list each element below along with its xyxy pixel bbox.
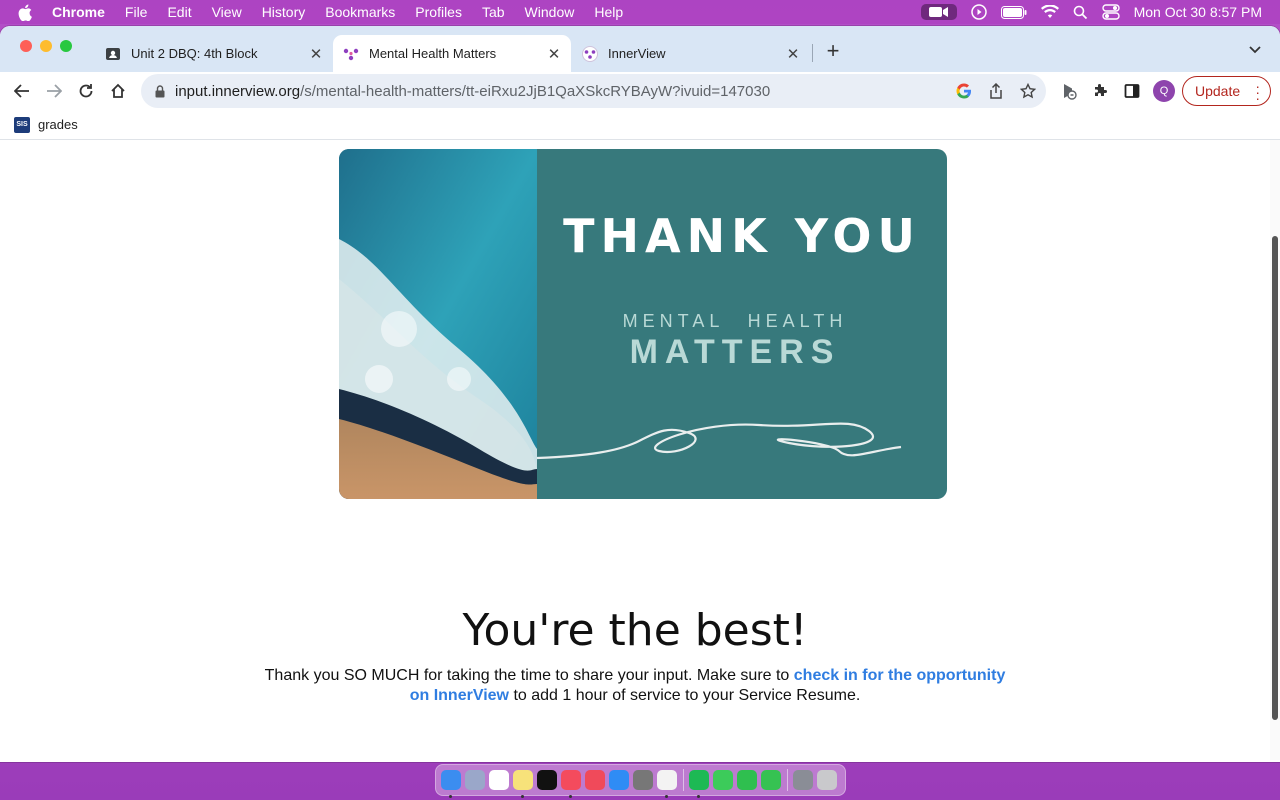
extension-icon[interactable] <box>1058 81 1078 101</box>
menubar-clock[interactable]: Mon Oct 30 8:57 PM <box>1134 4 1262 20</box>
address-bar-actions <box>942 81 1038 101</box>
tab-unit-2-dbq[interactable]: Unit 2 DBQ: 4th Block ✕ <box>95 35 333 72</box>
menu-bookmarks[interactable]: Bookmarks <box>325 4 395 20</box>
mental-health-text: MENTAL HEALTH <box>622 311 848 331</box>
menu-edit[interactable]: Edit <box>167 4 191 20</box>
url-host: input.innerview.org <box>175 82 301 100</box>
system-settings-icon[interactable] <box>633 770 653 790</box>
innerview-icon <box>582 45 598 62</box>
close-tab-icon[interactable]: ✕ <box>545 45 563 63</box>
dock-separator <box>683 769 684 791</box>
google-icon[interactable] <box>954 81 974 101</box>
new-tab-button[interactable]: + <box>822 38 844 63</box>
message-outro: to add 1 hour of service to your Service… <box>509 687 861 704</box>
control-center-icon[interactable] <box>1101 4 1120 20</box>
spotify-icon[interactable] <box>689 770 709 798</box>
thank-you-message: Thank you SO MUCH for taking the time to… <box>255 666 1015 706</box>
lock-icon[interactable] <box>155 84 165 98</box>
more-options-icon[interactable]: · · · <box>1255 79 1260 105</box>
browser-toolbar: input.innerview.org/s/mental-health-matt… <box>0 72 1280 110</box>
back-arrow-icon[interactable] <box>12 81 32 101</box>
message-intro: Thank you SO MUCH for taking the time to… <box>264 667 794 684</box>
menu-tab[interactable]: Tab <box>482 4 505 20</box>
menu-help[interactable]: Help <box>594 4 623 20</box>
classroom-icon <box>105 46 121 62</box>
minimize-window-button[interactable] <box>40 40 52 52</box>
app-store-icon[interactable] <box>609 770 629 790</box>
macos-dock <box>435 764 846 798</box>
tab-title: InnerView <box>608 46 666 61</box>
close-window-button[interactable] <box>20 40 32 52</box>
thank-you-heading: THANK YOU <box>563 209 921 263</box>
menu-history[interactable]: History <box>262 4 306 20</box>
menubar-status-area: Mon Oct 30 8:57 PM <box>920 0 1280 24</box>
calendar-icon[interactable] <box>489 770 509 790</box>
update-label: Update <box>1195 83 1241 99</box>
menu-file[interactable]: File <box>125 4 148 20</box>
music-icon[interactable] <box>561 770 581 798</box>
menu-view[interactable]: View <box>212 4 242 20</box>
tab-separator <box>812 44 813 62</box>
wifi-icon[interactable] <box>1040 5 1059 19</box>
close-tab-icon[interactable]: ✕ <box>307 45 325 63</box>
finder-icon[interactable] <box>441 770 461 798</box>
macos-menubar: Chrome File Edit View History Bookmarks … <box>0 0 1280 24</box>
sis-icon: SIS <box>14 116 30 133</box>
profile-avatar[interactable]: Q <box>1153 80 1175 102</box>
ocean-wave-photo <box>339 149 537 499</box>
reload-icon[interactable] <box>76 81 96 101</box>
share-icon[interactable] <box>986 81 1006 101</box>
apple-tv-icon[interactable] <box>537 770 557 790</box>
downloads-stack-icon[interactable] <box>793 770 813 790</box>
page-scrollbar[interactable] <box>1270 140 1280 760</box>
facetime-window-icon[interactable] <box>761 770 781 790</box>
bookmark-star-icon[interactable] <box>1018 81 1038 101</box>
side-panel-icon[interactable] <box>1122 81 1142 101</box>
battery-icon[interactable] <box>1000 5 1027 19</box>
page-headline: You're the best! <box>462 605 808 656</box>
thank-you-banner-image: THANK YOU MENTAL HEALTH MATTERS <box>339 149 947 499</box>
trash-icon[interactable] <box>817 770 837 790</box>
scrollbar-thumb[interactable] <box>1272 236 1278 720</box>
tab-search-chevron-icon[interactable] <box>1248 42 1264 58</box>
chrome-icon[interactable] <box>657 770 677 798</box>
tab-mental-health-matters[interactable]: Mental Health Matters ✕ <box>333 35 571 72</box>
notes-icon[interactable] <box>513 770 533 798</box>
address-bar[interactable]: input.innerview.org/s/mental-health-matt… <box>141 74 1046 108</box>
update-button[interactable]: Update · · · <box>1182 76 1271 106</box>
window-controls <box>20 40 80 52</box>
menu-window[interactable]: Window <box>525 4 575 20</box>
news-icon[interactable] <box>585 770 605 790</box>
tab-title: Unit 2 DBQ: 4th Block <box>131 46 258 61</box>
facetime-icon[interactable] <box>737 770 757 790</box>
video-camera-icon[interactable] <box>920 4 957 20</box>
wave-line-decoration <box>536 422 902 460</box>
launchpad-icon[interactable] <box>465 770 485 790</box>
bookmarks-bar: SIS grades <box>0 110 1280 140</box>
page-content: THANK YOU MENTAL HEALTH MATTERS You're t… <box>0 140 1280 760</box>
matters-text: MATTERS <box>629 333 841 371</box>
url-text[interactable]: input.innerview.org/s/mental-health-matt… <box>175 83 770 100</box>
fullscreen-window-button[interactable] <box>60 40 72 52</box>
innerview-icon <box>343 46 359 62</box>
apple-icon[interactable] <box>18 4 40 21</box>
menu-app-name[interactable]: Chrome <box>52 4 105 20</box>
menu-profiles[interactable]: Profiles <box>415 4 462 20</box>
messages-icon[interactable] <box>713 770 733 790</box>
close-tab-icon[interactable]: ✕ <box>784 45 802 63</box>
browser-window: Unit 2 DBQ: 4th Block ✕ Mental Health Ma… <box>0 26 1280 762</box>
url-path: /s/mental-health-matters/tt-eiRxu2JjB1Qa… <box>300 82 771 100</box>
dock-separator <box>787 769 788 791</box>
bookmark-grades[interactable]: grades <box>38 117 78 132</box>
play-circle-icon[interactable] <box>970 4 987 20</box>
extensions-puzzle-icon[interactable] <box>1090 81 1110 101</box>
home-icon[interactable] <box>108 81 128 101</box>
spotlight-search-icon[interactable] <box>1073 5 1088 20</box>
forward-arrow-icon[interactable] <box>44 81 64 101</box>
tab-strip: Unit 2 DBQ: 4th Block ✕ Mental Health Ma… <box>0 26 1280 72</box>
tab-title: Mental Health Matters <box>369 46 497 61</box>
tab-innerview[interactable]: InnerView ✕ <box>572 35 810 72</box>
